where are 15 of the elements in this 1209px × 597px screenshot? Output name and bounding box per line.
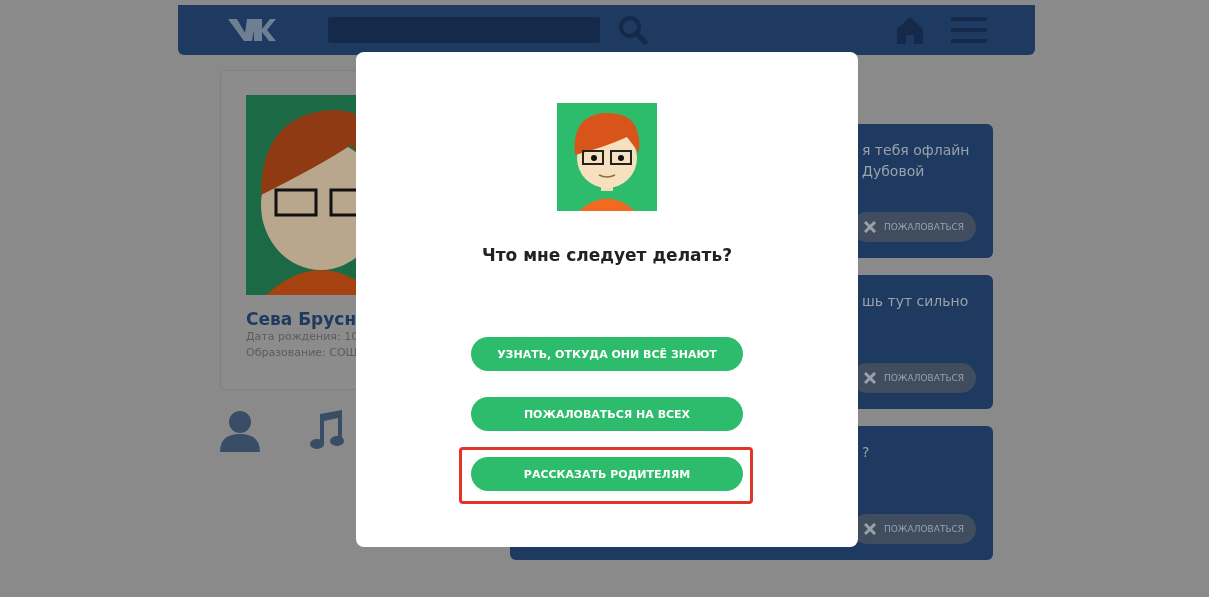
close-icon xyxy=(864,523,876,535)
profile-name: Сева Брусн xyxy=(246,309,358,329)
choice-button[interactable]: РАССКАЗАТЬ РОДИТЕЛЯМ xyxy=(471,457,743,491)
post-text: ? xyxy=(862,443,871,462)
choice-button[interactable]: ПОЖАЛОВАТЬСЯ НА ВСЕХ xyxy=(471,397,743,431)
close-icon xyxy=(864,221,876,233)
dialog-title: Что мне следует делать? xyxy=(481,245,733,265)
post-text: я тебя офлайн xyxy=(862,141,971,160)
person-icon[interactable] xyxy=(220,410,260,452)
post-text: шь тут сильно xyxy=(862,292,970,311)
choice-button[interactable]: УЗНАТЬ, ОТКУДА ОНИ ВСЁ ЗНАЮТ xyxy=(471,337,743,371)
music-note-icon[interactable] xyxy=(310,410,344,450)
close-icon xyxy=(864,372,876,384)
logo-icon[interactable] xyxy=(228,17,276,43)
post-text: Дубовой xyxy=(862,162,926,181)
